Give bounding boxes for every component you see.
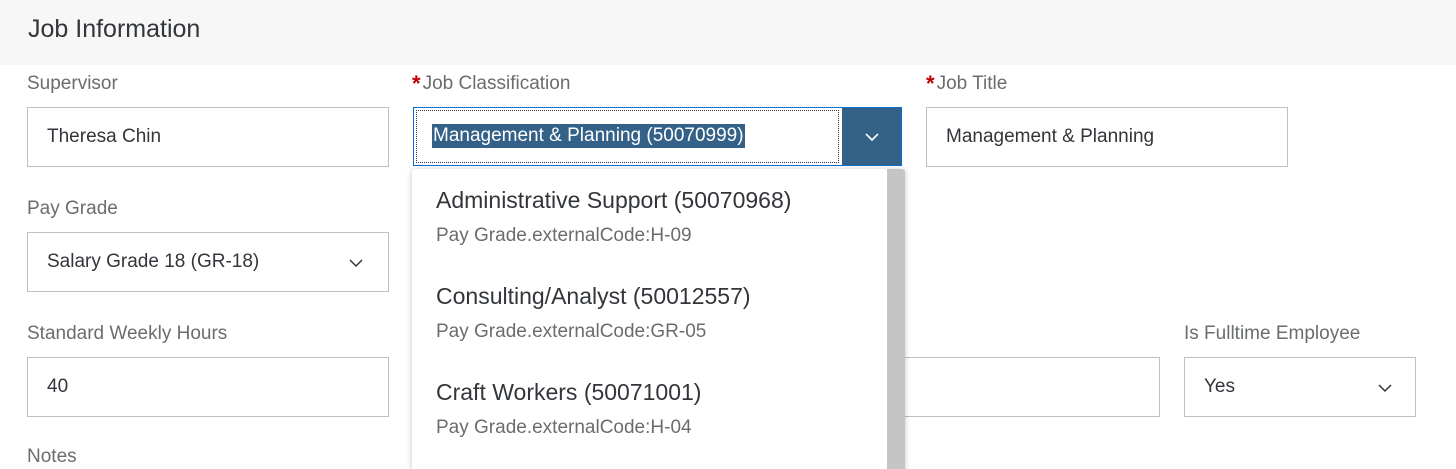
list-item[interactable]: Administrative Support (50070968) Pay Gr… bbox=[412, 169, 887, 265]
standard-weekly-hours-label-text: Standard Weekly Hours bbox=[27, 323, 228, 344]
is-fulltime-employee-label: Is Fulltime Employee bbox=[1184, 323, 1360, 345]
pay-grade-value: Salary Grade 18 (GR-18) bbox=[47, 251, 260, 272]
list-item-subtitle: Pay Grade.externalCode:H-09 bbox=[436, 225, 692, 246]
chevron-down-icon bbox=[865, 133, 879, 142]
supervisor-value: Theresa Chin bbox=[47, 126, 162, 147]
is-fulltime-employee-value: Yes bbox=[1204, 376, 1235, 397]
list-item[interactable]: Craft Workers (50071001) Pay Grade.exter… bbox=[412, 361, 887, 457]
job-title-label: * Job Title bbox=[926, 71, 1007, 97]
list-item-title: Administrative Support (50070968) bbox=[436, 187, 792, 213]
supervisor-label-text: Supervisor bbox=[27, 73, 118, 94]
job-title-field[interactable]: Management & Planning bbox=[926, 107, 1288, 167]
pay-grade-label: Pay Grade bbox=[27, 198, 118, 220]
required-indicator: * bbox=[926, 71, 935, 96]
dropdown-scrollbar[interactable] bbox=[887, 169, 905, 469]
job-title-label-text: Job Title bbox=[936, 73, 1008, 94]
standard-weekly-hours-field[interactable]: 40 bbox=[27, 357, 389, 417]
pay-grade-label-text: Pay Grade bbox=[27, 198, 118, 219]
list-item-title: Consulting/Analyst (50012557) bbox=[436, 283, 751, 309]
job-classification-combobox[interactable]: Management & Planning (50070999) bbox=[413, 107, 902, 166]
job-title-value: Management & Planning bbox=[946, 126, 1155, 147]
standard-weekly-hours-value: 40 bbox=[47, 376, 69, 397]
section-header: Job Information bbox=[0, 0, 1456, 65]
job-classification-value[interactable]: Management & Planning (50070999) bbox=[432, 124, 745, 148]
notes-label: Notes bbox=[27, 446, 77, 468]
chevron-down-icon[interactable] bbox=[1375, 378, 1395, 398]
required-indicator: * bbox=[412, 71, 421, 96]
list-item-subtitle: Pay Grade.externalCode:H-04 bbox=[436, 417, 692, 438]
job-classification-dropdown-button[interactable] bbox=[842, 108, 901, 165]
is-fulltime-employee-select[interactable]: Yes bbox=[1184, 357, 1416, 417]
list-item-subtitle: Pay Grade.externalCode:GR-05 bbox=[436, 321, 707, 342]
pay-grade-select[interactable]: Salary Grade 18 (GR-18) bbox=[27, 232, 389, 292]
standard-weekly-hours-label: Standard Weekly Hours bbox=[27, 323, 227, 345]
list-item[interactable]: Consulting/Analyst (50012557) Pay Grade.… bbox=[412, 265, 887, 361]
job-classification-label: * Job Classification bbox=[412, 71, 570, 97]
section-title: Job Information bbox=[28, 15, 201, 43]
job-classification-dropdown-list[interactable]: Administrative Support (50070968) Pay Gr… bbox=[412, 169, 905, 469]
supervisor-field[interactable]: Theresa Chin bbox=[27, 107, 389, 167]
chevron-down-icon[interactable] bbox=[346, 253, 366, 273]
job-classification-label-text: Job Classification bbox=[422, 73, 571, 94]
supervisor-label: Supervisor bbox=[27, 73, 118, 95]
middle-field[interactable] bbox=[880, 357, 1160, 417]
list-item-title: Craft Workers (50071001) bbox=[436, 379, 702, 405]
is-fulltime-employee-label-text: Is Fulltime Employee bbox=[1184, 323, 1361, 344]
